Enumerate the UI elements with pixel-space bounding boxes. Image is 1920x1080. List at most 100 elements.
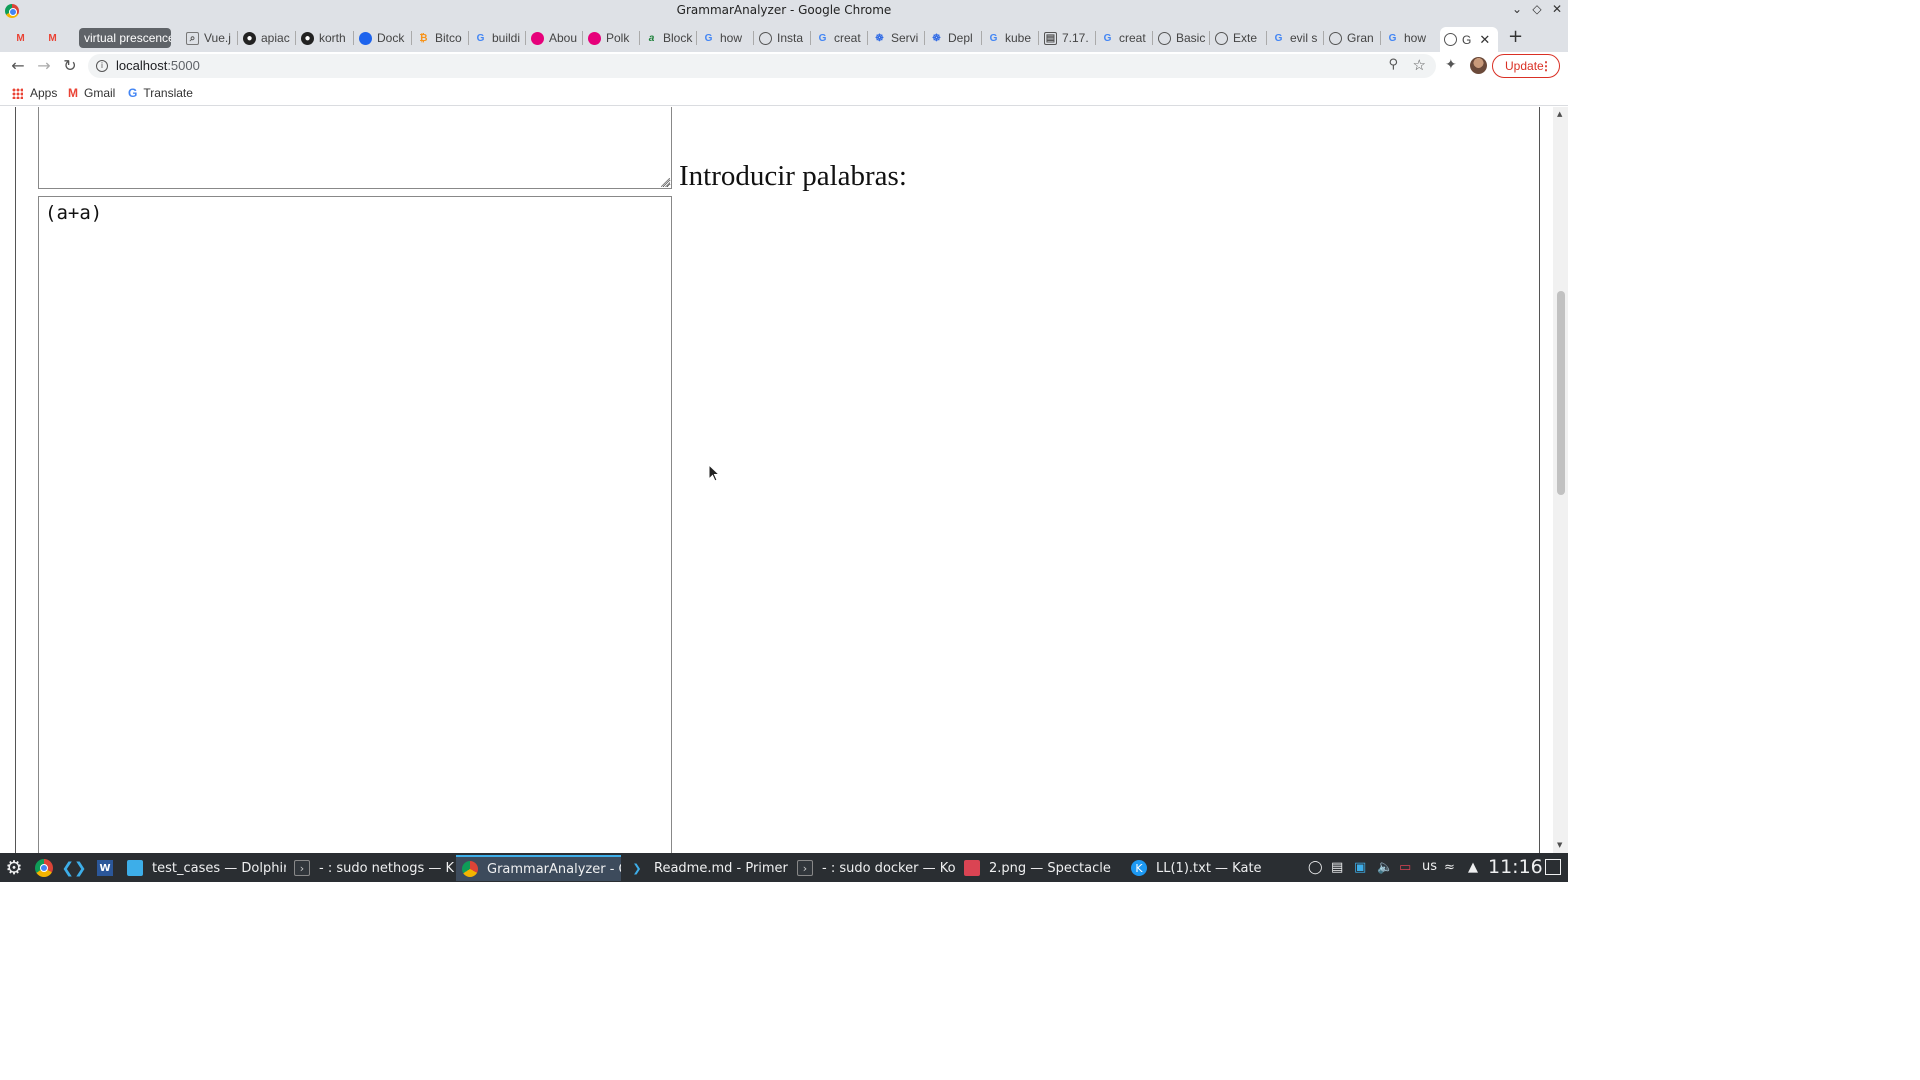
scrollbar-thumb[interactable] (1557, 291, 1565, 495)
task-label: Readme.md - Primer Pr... (654, 860, 789, 876)
task-label: 2.png — Spectacle (989, 860, 1111, 876)
forward-arrow-icon[interactable]: → (34, 56, 54, 76)
tab-evil-s[interactable]: G evil s (1268, 27, 1324, 49)
tab-gmail-2[interactable]: M (42, 27, 68, 49)
battery-icon[interactable]: ▭ (1399, 860, 1411, 875)
task-docker[interactable]: › - : sudo docker — Kons... (791, 855, 956, 881)
bookmark-star-icon[interactable]: ☆ (1413, 56, 1426, 74)
extensions-puzzle-icon[interactable]: ✦ (1445, 57, 1457, 73)
tab-kube[interactable]: G kube (983, 27, 1039, 49)
wifi-icon[interactable]: ≈ (1444, 860, 1455, 875)
kate-icon: K (1131, 860, 1147, 876)
google-icon: G (989, 32, 998, 44)
tab-creat-1[interactable]: G creat (812, 27, 868, 49)
word-launcher-icon[interactable]: W (97, 860, 113, 876)
tray-expand-icon[interactable]: ▲ (1468, 860, 1478, 875)
tab-how-2[interactable]: G how (1382, 27, 1438, 49)
scroll-down-icon[interactable]: ▼ (1557, 841, 1562, 849)
polkadot-icon (531, 31, 544, 45)
show-desktop-icon[interactable] (1545, 859, 1561, 875)
update-button[interactable]: Update ⋮ (1492, 54, 1560, 78)
tab-polk[interactable]: Polk (584, 27, 640, 49)
task-nethogs[interactable]: › - : sudo nethogs — Kon... (288, 855, 454, 881)
updates-tray-icon[interactable]: ◯ (1308, 860, 1323, 875)
vscode-launcher-icon[interactable]: ❮❯ (61, 857, 86, 879)
words-heading: Introducir palabras: (679, 160, 907, 192)
tab-korth[interactable]: ● korth (297, 27, 354, 49)
tab-gran[interactable]: Gran (1325, 27, 1381, 49)
bookmark-label: Apps (30, 86, 58, 100)
tab-group-virtual-prescence[interactable]: virtual prescence (79, 28, 171, 48)
clock[interactable]: 11:16 (1488, 856, 1543, 878)
bookmark-gmail[interactable]: M Gmail (68, 86, 115, 100)
tab-label: 7.17. (1062, 31, 1089, 45)
page-scrollbar[interactable]: ▲ ▼ (1553, 107, 1568, 853)
bookmark-translate[interactable]: G Translate (128, 86, 193, 100)
chrome-icon (462, 861, 478, 877)
tab-how-1[interactable]: G how (698, 27, 754, 49)
back-arrow-icon[interactable]: ← (8, 56, 28, 76)
clipboard-tray-icon[interactable]: ▤ (1331, 860, 1343, 875)
close-window-icon[interactable]: ✕ (1548, 2, 1566, 16)
volume-icon[interactable]: 🔈 (1377, 860, 1393, 875)
textarea-resize-handle[interactable] (661, 178, 670, 187)
tab-abou[interactable]: Abou (527, 27, 583, 49)
tab-buildi[interactable]: G buildi (470, 27, 526, 49)
tab-bitco[interactable]: ₿ Bitco (413, 27, 469, 49)
maximize-icon[interactable]: ◇ (1528, 2, 1546, 16)
task-label: - : sudo docker — Kons... (822, 860, 956, 876)
task-dolphin[interactable]: test_cases — Dolphin (121, 855, 286, 881)
new-tab-icon[interactable]: + (1508, 26, 1523, 47)
app-launcher-icon[interactable]: ⚙ (3, 857, 25, 879)
reload-icon[interactable]: ↻ (60, 56, 80, 76)
tab-7-17[interactable]: ▤ 7.17. (1040, 27, 1096, 49)
display-tray-icon[interactable]: ▣ (1354, 860, 1366, 875)
url-text[interactable]: localhost:5000 (116, 58, 200, 73)
vscode-icon: ❯ (632, 861, 642, 875)
google-icon: G (476, 32, 485, 44)
tab-gmail-1[interactable]: M (10, 27, 36, 49)
words-textarea[interactable] (38, 196, 672, 853)
grammar-textarea[interactable] (38, 107, 672, 189)
tab-label: Bitco (435, 31, 462, 45)
tab-label: buildi (492, 31, 521, 45)
task-kate[interactable]: K LL(1).txt — Kate (1125, 855, 1290, 881)
tab-label: how (720, 31, 743, 45)
profile-avatar[interactable] (1470, 57, 1487, 74)
system-taskbar: ⚙ ❮❯ W test_cases — Dolphin › - : sudo n… (0, 853, 1568, 882)
tab-apiac[interactable]: ● apiac (239, 27, 296, 49)
tab-servi[interactable]: ☸ Servi (869, 27, 925, 49)
tab-exte[interactable]: Exte (1211, 27, 1267, 49)
close-tab-icon[interactable]: ✕ (1479, 32, 1490, 48)
zoom-icon[interactable]: ⚲ (1388, 57, 1398, 72)
tab-dock[interactable]: Dock (355, 27, 412, 49)
minimize-icon[interactable]: ⌄ (1508, 2, 1526, 16)
keyboard-layout[interactable]: us (1422, 859, 1437, 874)
globe-icon (1444, 33, 1457, 46)
menu-kebab-icon[interactable]: ⋮ (1540, 55, 1552, 77)
tab-active-grammaranalyzer[interactable]: G ✕ (1440, 27, 1498, 52)
polkadot-icon (588, 31, 601, 45)
translate-icon: G (128, 86, 138, 100)
task-label: test_cases — Dolphin (152, 860, 286, 876)
site-info-icon[interactable]: i (96, 60, 108, 72)
bookmark-label: Gmail (84, 86, 116, 100)
bookmarks-bar: Apps M Gmail G Translate (0, 80, 1568, 106)
scroll-up-icon[interactable]: ▲ (1557, 110, 1562, 118)
task-chrome-grammaranalyzer[interactable]: GrammarAnalyzer - Go... (456, 855, 621, 881)
tab-block[interactable]: a Block (641, 27, 697, 49)
bookmark-apps[interactable]: Apps (12, 86, 57, 100)
chrome-launcher-icon[interactable] (33, 857, 55, 879)
tab-depl[interactable]: ☸ Depl (926, 27, 982, 49)
tab-creat-2[interactable]: G creat (1097, 27, 1153, 49)
tab-insta[interactable]: Insta (755, 27, 811, 49)
address-bar[interactable]: i localhost:5000 ⚲ ☆ (88, 54, 1436, 78)
task-vscode-readme[interactable]: ❯ Readme.md - Primer Pr... (623, 855, 789, 881)
apps-grid-icon (12, 87, 23, 99)
tab-basic[interactable]: Basic (1154, 27, 1210, 49)
tab-label: evil s (1290, 31, 1318, 45)
task-spectacle[interactable]: 2.png — Spectacle (958, 855, 1123, 881)
tab-vue[interactable]: ⌕ Vue.j (182, 27, 238, 49)
folder-icon (127, 860, 143, 876)
github-icon: ● (243, 31, 256, 45)
